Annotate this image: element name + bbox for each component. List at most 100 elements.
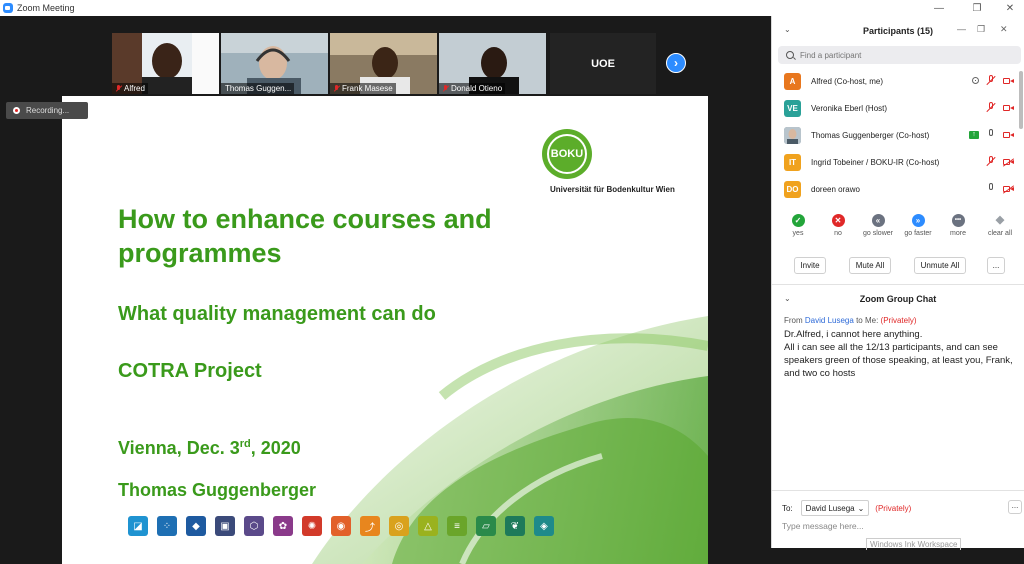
mic-muted-icon[interactable]: [986, 102, 996, 113]
slide-topic-icon: ≡: [447, 516, 467, 536]
find-participant-search[interactable]: [778, 46, 1021, 64]
close-window-button[interactable]: ✕: [996, 0, 1024, 16]
video-tile-thomas[interactable]: Thomas Guggen...: [221, 33, 328, 94]
mic-on-icon[interactable]: [986, 183, 996, 194]
slide-subtitle: What quality management can do: [118, 303, 436, 325]
shared-slide: BOKU Universität für Bodenkultur Wien Ho…: [62, 96, 708, 564]
chat-header: ⌄ Zoom Group Chat: [772, 292, 1024, 308]
slide-title-line2: programmes: [118, 238, 282, 268]
participants-header: ⌄ Participants (15) — ❐ ✕: [772, 16, 1024, 46]
tile-name-label: Donald Otieno: [439, 83, 506, 94]
participant-row[interactable]: IT Ingrid Tobeiner / BOKU-IR (Co-host): [772, 149, 1024, 175]
slide-topic-icon: ▱: [476, 516, 496, 536]
slide-topic-icon: ▣: [215, 516, 235, 536]
popout-window-icon[interactable]: ❐: [977, 24, 985, 35]
slide-icon-row: ◪ ⁘ ◆ ▣ ⬡ ✿ ✺ ◉ ⤴ ◎ △ ≡ ▱ ❦ ◈: [128, 516, 554, 536]
participant-name: doreen orawo: [811, 184, 860, 194]
chat-message-text: Dr.Alfred, i cannot here anything. All i…: [784, 329, 1013, 379]
participants-title: Participants (15): [862, 26, 934, 36]
avatar: [784, 126, 801, 144]
slide-topic-icon: ◉: [331, 516, 351, 536]
recording-indicator[interactable]: Recording...: [6, 102, 88, 119]
maximize-button[interactable]: ❐: [963, 0, 991, 16]
reaction-more[interactable]: ••• more: [938, 214, 978, 237]
mute-all-button[interactable]: Mute All: [849, 257, 891, 274]
slide-project: COTRA Project: [118, 360, 262, 382]
slide-topic-icon: ❦: [505, 516, 525, 536]
slide-topic-icon: ✿: [273, 516, 293, 536]
search-input[interactable]: [800, 50, 1000, 60]
muted-mic-icon: [116, 85, 121, 92]
reaction-go-slower[interactable]: « go slower: [858, 214, 898, 237]
slide-author: Thomas Guggenberger: [118, 480, 317, 500]
yes-icon: ✓: [791, 214, 805, 227]
unmute-all-button[interactable]: Unmute All: [914, 257, 966, 274]
chevron-down-icon: ⌄: [857, 503, 865, 513]
side-panel: ⌄ Participants (15) — ❐ ✕ A Alfred (Co-h…: [771, 16, 1024, 550]
mic-muted-icon[interactable]: [986, 75, 996, 86]
close-panel-icon[interactable]: ✕: [1000, 24, 1008, 35]
slide-topic-icon: ◈: [534, 516, 554, 536]
popout-minimize-icon[interactable]: —: [957, 24, 966, 34]
panel-divider: [772, 284, 1024, 285]
participants-scrollbar[interactable]: [1019, 71, 1023, 129]
avatar: DO: [784, 180, 801, 198]
slide-title-line1: How to enhance courses and: [118, 204, 492, 234]
video-off-icon[interactable]: [1002, 157, 1015, 167]
slide-topic-icon: ⤴: [360, 516, 380, 536]
university-name: Universität für Bodenkultur Wien: [550, 185, 675, 194]
meeting-area: Alfred Thomas Guggen... Frank Masese Don…: [0, 16, 770, 564]
nonverbal-feedback-row: ✓ yes ✕ no « go slower » go faster ••• m…: [772, 214, 1024, 244]
go-slower-icon: «: [871, 214, 885, 227]
chat-message-input[interactable]: [782, 519, 1014, 533]
slide-date: Vienna, Dec. 3rd, 2020: [118, 438, 301, 458]
next-page-icon[interactable]: ›: [666, 53, 686, 73]
windows-ink-workspace-tooltip: Windows Ink Workspace: [866, 538, 962, 550]
go-faster-icon: »: [911, 214, 925, 227]
tile-name-label: Thomas Guggen...: [221, 83, 295, 94]
record-icon: [13, 107, 20, 114]
mic-muted-icon[interactable]: [986, 156, 996, 167]
video-tile-donald[interactable]: Donald Otieno: [439, 33, 546, 94]
video-on-icon[interactable]: [1003, 77, 1014, 85]
chat-more-button[interactable]: ...: [1008, 500, 1022, 514]
video-tile-alfred[interactable]: Alfred: [112, 33, 219, 94]
sender-name[interactable]: David Lusega: [805, 316, 854, 325]
recipient-dropdown[interactable]: David Lusega ⌄: [800, 500, 870, 516]
video-on-icon[interactable]: [1003, 131, 1014, 139]
video-tile-frank[interactable]: Frank Masese: [330, 33, 437, 94]
video-on-icon[interactable]: [1003, 104, 1014, 112]
boku-logo: BOKU: [542, 129, 592, 179]
tile-name-label: Alfred: [112, 83, 148, 94]
chat-message-meta: From David Lusega to Me: (Privately): [784, 316, 917, 325]
participant-row[interactable]: DO doreen orawo: [772, 176, 1024, 202]
participant-name: Thomas Guggenberger (Co-host): [811, 130, 930, 140]
muted-mic-icon: [443, 85, 448, 92]
video-off-icon[interactable]: [1002, 184, 1015, 194]
participants-more-button[interactable]: ...: [987, 257, 1005, 274]
invite-button[interactable]: Invite: [794, 257, 826, 274]
avatar: A: [784, 72, 801, 90]
slide-topic-icon: △: [418, 516, 438, 536]
participant-row[interactable]: Thomas Guggenberger (Co-host) ↑: [772, 122, 1024, 148]
window-title: Zoom Meeting: [17, 3, 75, 13]
eraser-icon: ◆: [995, 214, 1005, 226]
video-tile-uoe[interactable]: UOE: [550, 33, 656, 94]
participant-row[interactable]: VE Veronika Eberl (Host): [772, 95, 1024, 121]
muted-mic-icon: [334, 85, 339, 92]
minimize-button[interactable]: —: [925, 0, 953, 16]
slide-topic-icon: ⁘: [157, 516, 177, 536]
no-icon: ✕: [831, 214, 845, 227]
panel-divider: [772, 490, 1024, 491]
reaction-yes[interactable]: ✓ yes: [778, 214, 818, 237]
reaction-go-faster[interactable]: » go faster: [898, 214, 938, 237]
tile-name-label: Frank Masese: [330, 83, 396, 94]
mic-on-icon[interactable]: [986, 129, 996, 140]
reaction-clear-all[interactable]: ◆ clear all: [980, 214, 1020, 237]
screen-share-icon: ↑: [969, 130, 979, 139]
chat-title: Zoom Group Chat: [859, 294, 937, 304]
participant-row[interactable]: A Alfred (Co-host, me): [772, 68, 1024, 94]
reaction-no[interactable]: ✕ no: [818, 214, 858, 237]
more-icon: •••: [951, 214, 965, 227]
slide-topic-icon: ◎: [389, 516, 409, 536]
